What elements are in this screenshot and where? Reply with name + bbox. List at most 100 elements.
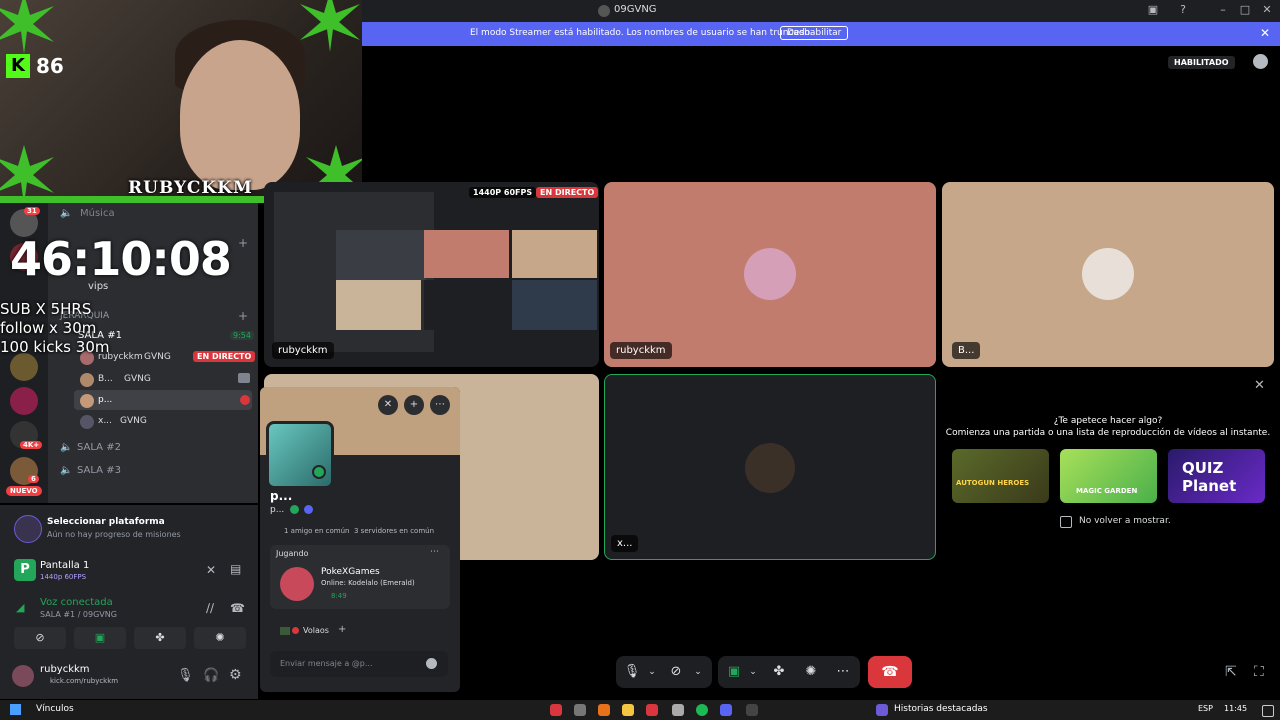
notifications-icon[interactable] (1262, 705, 1274, 717)
links-label[interactable]: Vínculos (36, 704, 74, 714)
activity-more-icon[interactable]: ⋯ (430, 547, 439, 557)
help-icon[interactable]: ? (1176, 3, 1190, 17)
camera-off-button[interactable]: ⊘ (14, 627, 66, 649)
stop-stream-icon[interactable]: ✕ (206, 563, 216, 577)
mutual-servers[interactable]: 3 servidores en común (354, 527, 434, 535)
settings-gear-icon[interactable]: ⚙ (229, 667, 242, 683)
activities-button[interactable]: ✤ (134, 627, 186, 649)
shared-screen-preview (512, 230, 597, 278)
close-icon[interactable]: ✕ (1254, 378, 1265, 393)
dont-show-checkbox[interactable] (1060, 516, 1072, 528)
widgets-icon[interactable] (876, 704, 888, 716)
opera-icon[interactable] (550, 704, 562, 716)
stories-label[interactable]: Historias destacadas (894, 704, 988, 714)
clock[interactable]: 11:45 (1224, 704, 1247, 713)
noise-suppression-icon[interactable]: ∕∕ (206, 601, 214, 615)
server-icon (598, 5, 610, 17)
banner-message: El modo Streamer está habilitado. Los no… (470, 28, 813, 38)
spotify-icon[interactable] (696, 704, 708, 716)
profile-avatar[interactable] (266, 421, 334, 489)
quest-panel[interactable]: Seleccionar plataforma Aún no hay progre… (0, 505, 258, 549)
mute-user-button[interactable]: ✕ (378, 395, 398, 415)
channel-musica[interactable]: Música (80, 208, 115, 219)
share-screen-button[interactable]: ▣ (74, 627, 126, 649)
mutual-friends[interactable]: 1 amigo en común (284, 527, 349, 535)
game-card-quiz[interactable]: QUIZ Planet (1168, 449, 1265, 503)
speaker-icon: 🔈 (60, 465, 73, 476)
video-tile[interactable]: B... (942, 182, 1274, 367)
activity-card: Jugando ⋯ PokeXGames Online: Kodelalo (E… (270, 545, 450, 609)
headphones-icon[interactable]: 🎧 (203, 668, 219, 683)
subathon-rules: SUB X 5HRS follow x 30m 100 kicks 30m (0, 300, 109, 357)
voice-channel-sala3[interactable]: SALA #3 (77, 465, 121, 476)
game-card-title: AUTOGUN HEROES (956, 479, 1030, 487)
screen-share-tile[interactable]: 1440P 60FPS EN DIRECTO rubyckkm (264, 182, 599, 367)
message-input[interactable]: Enviar mensaje a @p... (270, 651, 448, 677)
app-icon[interactable] (746, 704, 758, 716)
inbox-icon[interactable]: ▣ (1146, 3, 1160, 17)
stream-settings-icon[interactable]: ▤ (230, 562, 241, 576)
game-card-magic-garden[interactable]: MAGIC GARDEN (1060, 449, 1157, 503)
member-name[interactable]: x... (98, 416, 112, 426)
windows-start-icon[interactable] (10, 704, 21, 715)
rule-line: 100 kicks 30m (0, 338, 110, 356)
member-tag: GVNG (144, 352, 171, 362)
chevron-down-icon[interactable]: ⌄ (746, 656, 760, 688)
language-indicator[interactable]: ESP (1198, 704, 1213, 713)
app-icon[interactable] (574, 704, 586, 716)
server-badge: 31 (24, 207, 40, 215)
soundboard-button[interactable]: ✺ (800, 656, 822, 688)
disable-streamer-button[interactable]: Deshabilitar (780, 26, 849, 40)
chat-icon[interactable] (1253, 54, 1268, 69)
streamer-mode-banner: El modo Streamer está habilitado. Los no… (360, 22, 1280, 46)
video-tile[interactable]: rubyckkm (604, 182, 936, 367)
close-banner-icon[interactable]: ✕ (1260, 26, 1270, 40)
app-icon[interactable] (598, 704, 610, 716)
avatar[interactable] (12, 665, 34, 687)
app-icon[interactable] (672, 704, 684, 716)
add-role-icon[interactable]: + (338, 624, 346, 635)
minimize-button[interactable]: – (1216, 3, 1230, 17)
taskbar: Vínculos Historias destacadas ESP 11:45 (0, 700, 1280, 720)
hangup-button[interactable]: ☎ (868, 656, 912, 688)
popout-icon[interactable]: ⇱ (1225, 664, 1237, 680)
member-tag: GVNG (120, 416, 147, 426)
file-explorer-icon[interactable] (622, 704, 634, 716)
emoji-icon[interactable] (426, 658, 437, 669)
add-channel-icon[interactable]: + (238, 236, 248, 250)
add-friend-button[interactable]: + (404, 395, 424, 415)
chevron-down-icon[interactable]: ⌄ (690, 656, 706, 688)
add-channel-icon[interactable]: + (238, 309, 248, 323)
video-tile-speaking[interactable]: x... (604, 374, 936, 560)
voice-channel-sala2[interactable]: SALA #2 (77, 442, 121, 453)
mic-icon[interactable]: 🎙 (177, 668, 194, 683)
activities-button[interactable]: ✤ (768, 656, 790, 688)
stream-quality: 1440p 60FPS (40, 573, 87, 581)
tile-name: B... (952, 342, 981, 359)
server-icon[interactable] (10, 353, 38, 381)
voice-controls: 🎙 ⌄ ⊘ ⌄ (616, 656, 712, 688)
maximize-button[interactable]: □ (1238, 3, 1252, 17)
game-card-autogun[interactable]: AUTOGUN HEROES (952, 449, 1049, 503)
camera-off-button[interactable]: ⊘ (666, 656, 686, 688)
member-name[interactable]: B... (98, 374, 113, 384)
stream-voice-panel: P Pantalla 1 1440p 60FPS ✕ ▤ ◢ Voz conec… (0, 549, 258, 659)
member-name[interactable]: p... (98, 395, 112, 405)
app-icon[interactable] (646, 704, 658, 716)
mic-button[interactable]: 🎙 (622, 656, 642, 688)
share-controls: ▣ ⌄ ✤ ✺ ⋯ (718, 656, 860, 688)
disconnect-icon[interactable]: ☎ (230, 601, 245, 615)
streamer-enabled-badge[interactable]: HABILITADO (1168, 56, 1235, 69)
speaker-icon: 🔈 (60, 208, 73, 219)
fullscreen-icon[interactable]: ⛶ (1254, 664, 1264, 680)
dont-show-label: No volver a mostrar. (1079, 516, 1171, 526)
more-button[interactable]: ⋯ (832, 656, 854, 688)
discord-icon[interactable] (720, 704, 732, 716)
soundboard-button[interactable]: ✺ (194, 627, 246, 649)
close-window-button[interactable]: ✕ (1260, 3, 1274, 17)
screen-share-button[interactable]: ▣ (724, 656, 744, 688)
more-options-button[interactable]: ⋯ (430, 395, 450, 415)
server-icon[interactable] (10, 387, 38, 415)
chevron-down-icon[interactable]: ⌄ (644, 656, 660, 688)
profile-display-name: p... (270, 489, 293, 503)
